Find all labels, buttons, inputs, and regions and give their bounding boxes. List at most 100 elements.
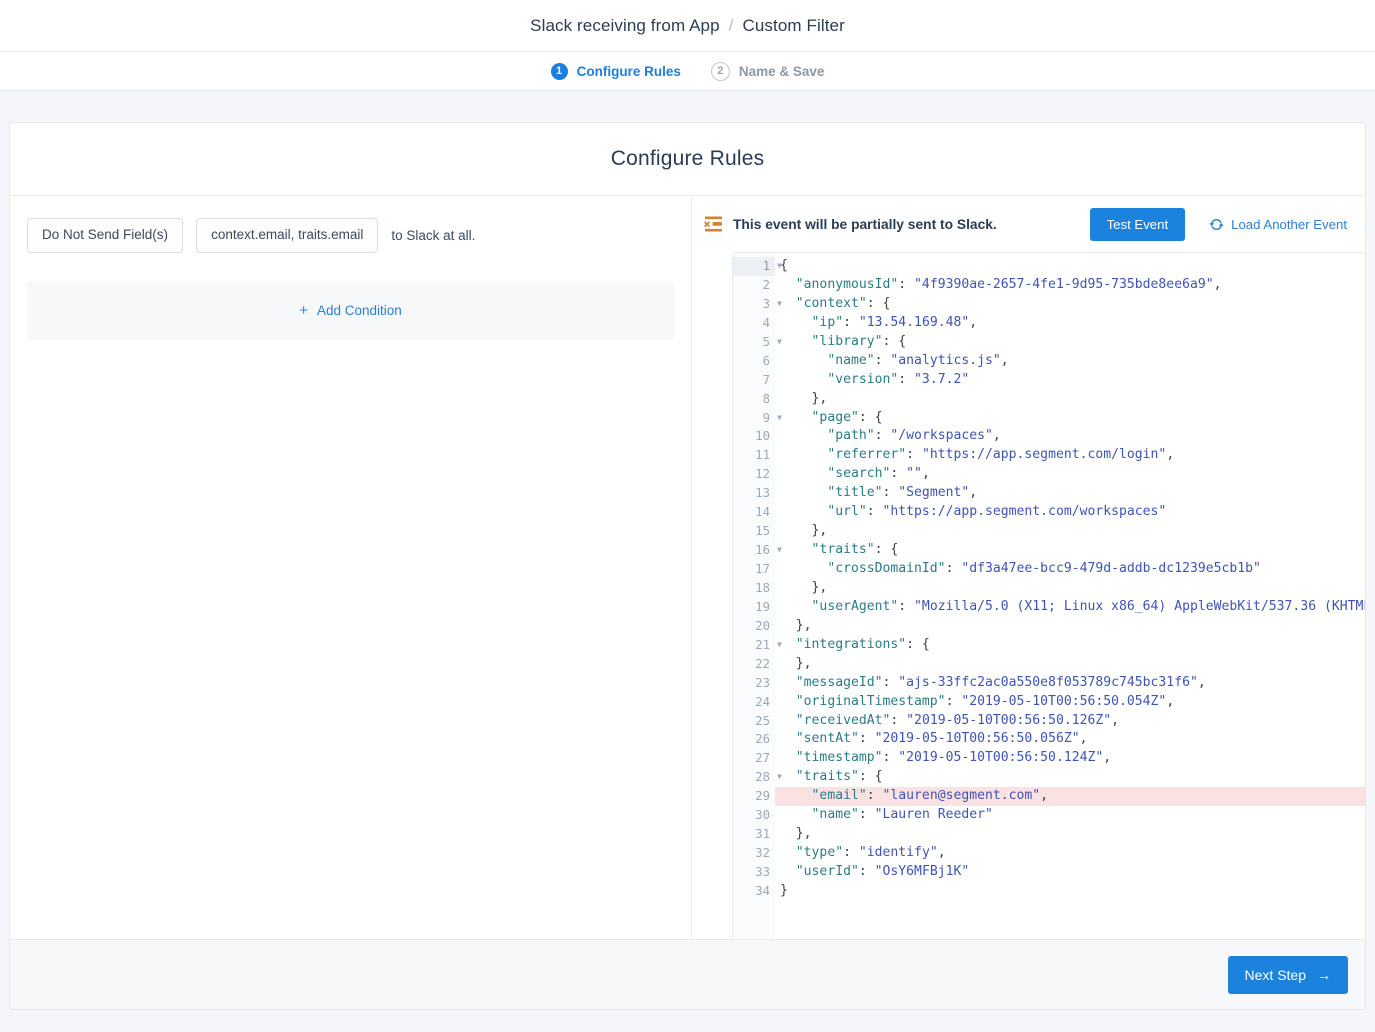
next-step-label: Next Step: [1245, 967, 1306, 983]
plus-icon: +: [299, 303, 308, 318]
breadcrumb: Slack receiving from App / Custom Filter: [530, 16, 845, 36]
step-2-label: Name & Save: [739, 64, 825, 79]
rule-fields-select[interactable]: context.email, traits.email: [196, 218, 378, 253]
editor-code-line: "title": "Segment",: [775, 484, 1365, 503]
breadcrumb-parent[interactable]: Slack receiving from App: [530, 16, 719, 36]
rule-action-select[interactable]: Do Not Send Field(s): [27, 218, 183, 253]
event-preview-panel: This event will be partially sent to Sla…: [692, 196, 1365, 939]
editor-code-line: "integrations": {: [775, 636, 1365, 655]
editor-code-line: },: [775, 579, 1365, 598]
editor-code-line: "traits": {: [775, 541, 1365, 560]
editor-line-number: 34: [733, 882, 775, 901]
editor-line-number: 28▼: [733, 768, 775, 787]
editor-code-line: }: [775, 882, 1365, 901]
editor-code-line: "sentAt": "2019-05-10T00:56:50.056Z",: [775, 730, 1365, 749]
editor-line-number: 26: [733, 730, 775, 749]
add-condition-button[interactable]: + Add Condition: [299, 303, 402, 318]
test-event-button[interactable]: Test Event: [1090, 208, 1186, 241]
editor-code-line: "referrer": "https://app.segment.com/log…: [775, 446, 1365, 465]
editor-line-number: 24: [733, 693, 775, 712]
refresh-icon: [1209, 217, 1224, 232]
editor-code-line: "timestamp": "2019-05-10T00:56:50.124Z",: [775, 749, 1365, 768]
editor-code-line: "email": "lauren@segment.com",: [775, 787, 1365, 806]
card-footer: Next Step →: [10, 939, 1365, 1009]
json-code-editor[interactable]: 1▼23▼45▼6789▼10111213141516▼1718192021▼2…: [732, 252, 1365, 939]
step-configure-rules[interactable]: 1 Configure Rules: [551, 63, 681, 80]
editor-line-number: 27: [733, 749, 775, 768]
editor-code-line: "search": "",: [775, 465, 1365, 484]
editor-code-area[interactable]: { "anonymousId": "4f9390ae-2657-4fe1-9d9…: [775, 253, 1365, 939]
breadcrumb-separator: /: [729, 16, 734, 36]
step-1-label: Configure Rules: [577, 64, 681, 79]
partial-send-icon: [704, 216, 723, 232]
step-name-and-save[interactable]: 2 Name & Save: [711, 62, 825, 81]
editor-line-number: 16▼: [733, 541, 775, 560]
editor-code-line: "name": "Lauren Reeder": [775, 806, 1365, 825]
editor-code-line: },: [775, 390, 1365, 409]
editor-line-number: 8: [733, 390, 775, 409]
editor-line-number: 31: [733, 825, 775, 844]
editor-code-line: "ip": "13.54.169.48",: [775, 314, 1365, 333]
editor-code-line: "type": "identify",: [775, 844, 1365, 863]
page-title: Configure Rules: [10, 123, 1365, 196]
editor-code-line: "url": "https://app.segment.com/workspac…: [775, 503, 1365, 522]
load-another-event-button[interactable]: Load Another Event: [1195, 217, 1357, 232]
editor-line-number: 30: [733, 806, 775, 825]
next-step-button[interactable]: Next Step →: [1228, 956, 1348, 994]
event-preview-header: This event will be partially sent to Sla…: [692, 196, 1365, 252]
editor-line-number: 15: [733, 522, 775, 541]
editor-line-number: 5▼: [733, 333, 775, 352]
editor-line-number: 11: [733, 446, 775, 465]
editor-code-line: "messageId": "ajs-33ffc2ac0a550e8f053789…: [775, 674, 1365, 693]
editor-code-line: "anonymousId": "4f9390ae-2657-4fe1-9d95-…: [775, 276, 1365, 295]
configure-rules-card: Configure Rules Do Not Send Field(s) con…: [9, 122, 1366, 1010]
rules-panel: Do Not Send Field(s) context.email, trai…: [10, 196, 692, 939]
editor-line-number: 3▼: [733, 295, 775, 314]
editor-line-number: 14: [733, 503, 775, 522]
breadcrumb-current: Custom Filter: [742, 16, 844, 36]
editor-code-line: "receivedAt": "2019-05-10T00:56:50.126Z"…: [775, 712, 1365, 731]
editor-line-number: 29: [733, 787, 775, 806]
editor-code-line: "originalTimestamp": "2019-05-10T00:56:5…: [775, 693, 1365, 712]
editor-line-number: 17: [733, 560, 775, 579]
editor-code-line: },: [775, 617, 1365, 636]
rule-suffix-text: to Slack at all.: [391, 228, 475, 243]
editor-code-line: "name": "analytics.js",: [775, 352, 1365, 371]
editor-code-line: {: [775, 257, 1365, 276]
editor-code-line: "traits": {: [775, 768, 1365, 787]
editor-line-number: 10: [733, 427, 775, 446]
editor-line-number: 9▼: [733, 409, 775, 428]
editor-code-line: },: [775, 825, 1365, 844]
editor-line-number: 25: [733, 712, 775, 731]
add-condition-label: Add Condition: [317, 303, 402, 318]
editor-line-number: 2: [733, 276, 775, 295]
editor-line-number: 33: [733, 863, 775, 882]
add-condition-container: + Add Condition: [27, 281, 674, 340]
event-status-text: This event will be partially sent to Sla…: [733, 217, 1080, 232]
step-2-number: 2: [711, 62, 730, 81]
editor-line-number-gutter: 1▼23▼45▼6789▼10111213141516▼1718192021▼2…: [733, 253, 775, 939]
editor-code-line: "context": {: [775, 295, 1365, 314]
editor-code-line: "path": "/workspaces",: [775, 427, 1365, 446]
editor-line-number: 20: [733, 617, 775, 636]
editor-line-number: 12: [733, 465, 775, 484]
editor-line-number: 6: [733, 352, 775, 371]
editor-code-line: "userId": "OsY6MFBj1K": [775, 863, 1365, 882]
editor-line-number: 22: [733, 655, 775, 674]
arrow-right-icon: →: [1317, 967, 1331, 983]
editor-code-line: },: [775, 522, 1365, 541]
editor-code-line: "library": {: [775, 333, 1365, 352]
editor-line-number: 7: [733, 371, 775, 390]
top-header-bar: Slack receiving from App / Custom Filter: [0, 0, 1375, 52]
editor-line-number: 32: [733, 844, 775, 863]
card-body: Do Not Send Field(s) context.email, trai…: [10, 196, 1365, 939]
editor-line-number: 13: [733, 484, 775, 503]
rule-row: Do Not Send Field(s) context.email, trai…: [27, 218, 674, 253]
step-progress-bar: 1 Configure Rules 2 Name & Save: [0, 52, 1375, 91]
editor-code-line: "version": "3.7.2": [775, 371, 1365, 390]
editor-code-line: "page": {: [775, 409, 1365, 428]
editor-code-line: },: [775, 655, 1365, 674]
editor-line-number: 19: [733, 598, 775, 617]
editor-code-line: "userAgent": "Mozilla/5.0 (X11; Linux x8…: [775, 598, 1365, 617]
editor-line-number: 23: [733, 674, 775, 693]
